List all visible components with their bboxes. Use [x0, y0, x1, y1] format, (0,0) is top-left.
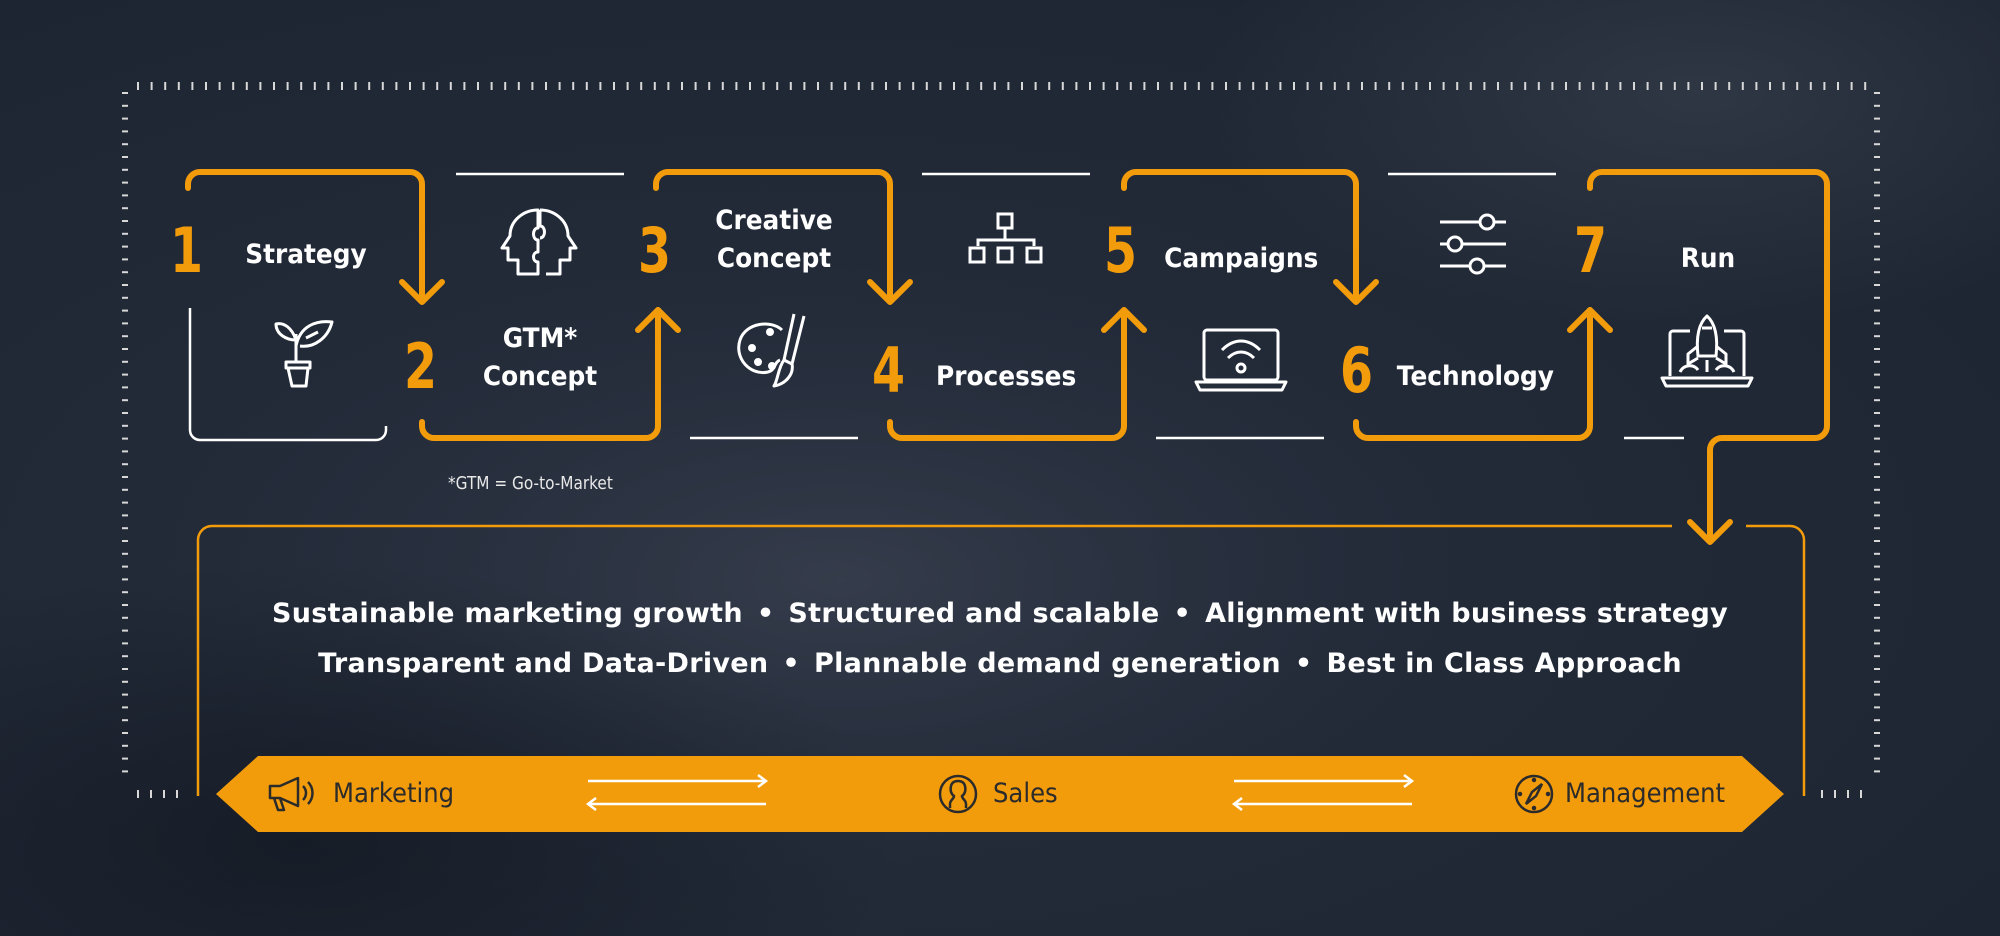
megaphone-icon	[268, 776, 314, 812]
step-label-gtm-concept: GTM* Concept	[482, 323, 598, 392]
benefit-item: Alignment with business strategy	[1205, 598, 1728, 629]
band-label-marketing: Marketing	[333, 778, 455, 809]
benefits-row-1: Sustainable marketing growth • Structured …	[272, 598, 1728, 629]
gtm-footnote: *GTM = Go-to-Market	[448, 473, 613, 494]
step-number-4: 4	[872, 334, 905, 407]
step-number-2: 2	[404, 330, 437, 403]
benefit-item: Best in Class Approach	[1326, 648, 1682, 679]
benefit-item: Plannable demand generation	[813, 648, 1281, 679]
step-label-strategy: Strategy	[245, 239, 367, 270]
plant-pot-icon	[274, 320, 334, 388]
laptop-wifi-icon	[1194, 328, 1288, 392]
rocket-laptop-icon	[1660, 314, 1754, 388]
step-number-5: 5	[1104, 214, 1137, 287]
step-number-1: 1	[170, 214, 203, 287]
step-label-processes: Processes	[936, 361, 1077, 392]
band-label-management: Management	[1565, 778, 1726, 809]
dotted-frame-right	[1874, 92, 1880, 773]
step-label-creative-concept: Creative Concept	[715, 205, 833, 274]
step-label-run: Run	[1680, 243, 1736, 274]
compass-icon	[1514, 774, 1554, 814]
benefits-row-2: Transparent and Data-Driven • Plannable de…	[318, 648, 1682, 679]
band-label-sales: Sales	[993, 778, 1058, 809]
dotted-frame-top	[137, 82, 1867, 90]
step-number-3: 3	[638, 214, 671, 287]
benefit-item: Structured and scalable	[788, 598, 1160, 629]
step-number-6: 6	[1340, 334, 1373, 407]
benefit-item: Sustainable marketing growth	[272, 598, 743, 629]
org-chart-icon	[968, 212, 1043, 264]
person-icon	[938, 774, 978, 814]
benefit-item: Transparent and Data-Driven	[318, 648, 769, 679]
step-label-technology: Technology	[1396, 361, 1555, 392]
palette-brush-icon	[737, 313, 806, 388]
sliders-icon	[1440, 213, 1506, 275]
step-label-campaigns: Campaigns	[1164, 243, 1319, 274]
step-number-7: 7	[1574, 214, 1607, 287]
puzzle-heads-icon	[500, 208, 578, 276]
dotted-frame-left	[122, 92, 128, 773]
